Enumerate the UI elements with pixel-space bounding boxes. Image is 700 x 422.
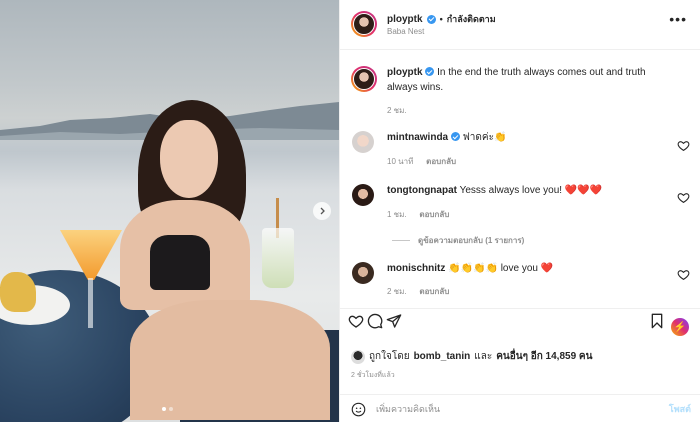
reply-button[interactable]: ตอบกลับ <box>419 210 449 219</box>
comment-row: mintnawinda ฟาดค่ะ👏 <box>387 130 506 145</box>
like-comment-heart-icon[interactable] <box>677 139 690 152</box>
comment-text: 👏👏👏👏 love you ❤️ <box>448 263 554 274</box>
reels-badge-icon[interactable]: ⚡ <box>671 318 689 336</box>
following-button[interactable]: กำลังติดตาม <box>447 12 496 26</box>
likes-summary[interactable]: ถูกใจโดย bomb_tanin และ คนอื่นๆ อีก 14,8… <box>351 349 592 364</box>
like-comment-heart-icon[interactable] <box>677 268 690 281</box>
comment-username[interactable]: mintnawinda <box>387 132 448 143</box>
liker-avatar <box>351 349 365 364</box>
verified-badge-icon <box>425 67 435 76</box>
caption: ployptk In the end the truth always come… <box>387 65 667 95</box>
posted-ago[interactable]: 2 ชั่วโมงที่แล้ว <box>351 370 395 381</box>
caption-username[interactable]: ployptk <box>387 67 423 78</box>
commenter-avatar[interactable] <box>352 184 374 206</box>
carousel-dot-active <box>162 407 166 411</box>
comment-time[interactable]: 1 ชม. <box>387 210 407 219</box>
likes-others[interactable]: คนอื่นๆ อีก 14,859 คน <box>496 349 592 364</box>
view-replies-button[interactable]: ดูข้อความตอบกลับ (1 รายการ) <box>392 234 524 247</box>
share-send-icon[interactable] <box>386 313 402 329</box>
person-face <box>160 120 218 198</box>
carousel-dots <box>162 407 173 411</box>
comment-input[interactable]: เพิ่มความคิดเห็น <box>376 402 669 416</box>
person-top <box>150 235 210 290</box>
author-avatar[interactable] <box>351 11 377 37</box>
reply-button[interactable]: ตอบกลับ <box>426 157 456 166</box>
carousel-dot <box>169 407 173 411</box>
mojito-glass <box>262 228 294 288</box>
separator-dot: • <box>439 14 443 24</box>
post-location[interactable]: Baba Nest <box>387 27 424 36</box>
comment-username[interactable]: monischnitz <box>387 263 445 274</box>
comment-time[interactable]: 2 ชม. <box>387 287 407 296</box>
commenter-avatar[interactable] <box>352 131 374 153</box>
author-username[interactable]: ployptk <box>387 14 423 25</box>
post-comment-button[interactable]: โพสต์ <box>669 402 691 416</box>
caption-time[interactable]: 2 ชม. <box>387 104 407 117</box>
emoji-smile-icon[interactable] <box>351 402 366 417</box>
liker-username[interactable]: bomb_tanin <box>414 351 471 362</box>
like-heart-icon[interactable] <box>348 313 364 329</box>
verified-badge-icon <box>450 132 460 141</box>
comment-meta: 1 ชม. ตอบกลับ <box>387 208 449 221</box>
person-legs <box>130 300 330 420</box>
bookmark-icon[interactable] <box>649 313 665 329</box>
comment-row: tongtongnapat Yesss always love you! ❤️❤… <box>387 183 602 198</box>
likes-middle: และ <box>474 351 493 362</box>
comment-text: ฟาดค่ะ👏 <box>462 132 507 143</box>
verified-badge-icon <box>426 14 436 24</box>
comment-meta: 10 นาที ตอบกลับ <box>387 155 456 168</box>
comment-username[interactable]: tongtongnapat <box>387 185 457 196</box>
carousel-next-button[interactable] <box>313 202 331 220</box>
more-options-icon[interactable]: ••• <box>669 12 687 26</box>
replies-line <box>392 240 410 241</box>
view-replies-label: ดูข้อความตอบกลับ (1 รายการ) <box>418 236 525 245</box>
reply-button[interactable]: ตอบกลับ <box>419 287 449 296</box>
glass-stem <box>88 278 93 328</box>
caption-avatar[interactable] <box>351 66 377 92</box>
likes-prefix: ถูกใจโดย <box>369 351 410 362</box>
add-comment-bar: เพิ่มความคิดเห็น โพสต์ <box>340 394 700 422</box>
post-header: ployptk • กำลังติดตาม Baba Nest ••• <box>340 0 700 50</box>
food-shape <box>0 272 36 312</box>
comment-bubble-icon[interactable] <box>367 313 383 329</box>
post-actions: ⚡ ถูกใจโดย bomb_tanin และ คนอื่นๆ อีก 14… <box>340 308 700 422</box>
comment-meta: 2 ชม. ตอบกลับ <box>387 285 449 298</box>
commenter-avatar[interactable] <box>352 262 374 284</box>
chevron-right-icon <box>320 207 325 215</box>
post-photo[interactable] <box>0 0 339 422</box>
post-sidebar: ployptk • กำลังติดตาม Baba Nest ••• ploy… <box>339 0 700 422</box>
like-comment-heart-icon[interactable] <box>677 191 690 204</box>
comment-row: monischnitz 👏👏👏👏 love you ❤️ <box>387 261 553 276</box>
comment-time[interactable]: 10 นาที <box>387 157 413 166</box>
comment-text: Yesss always love you! ❤️❤️❤️ <box>459 185 603 196</box>
